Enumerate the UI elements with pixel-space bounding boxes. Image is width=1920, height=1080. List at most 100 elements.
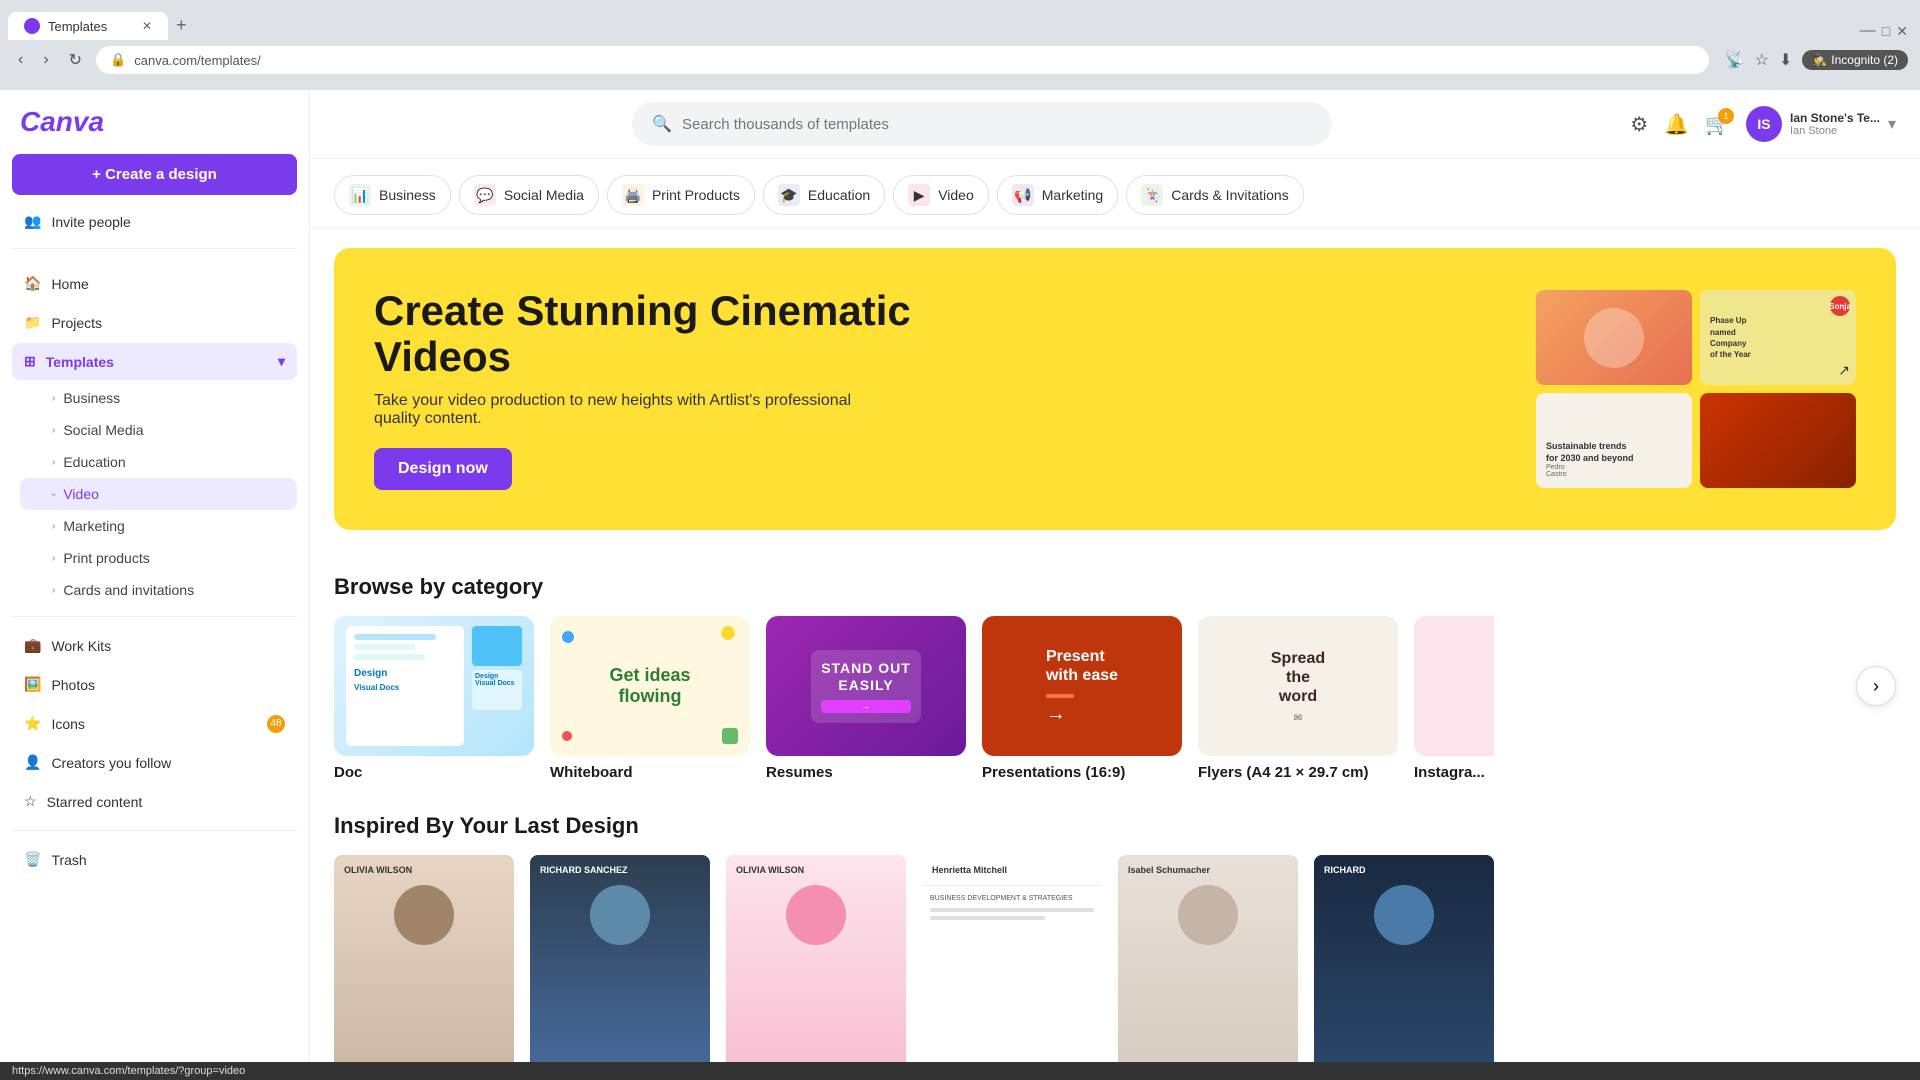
- sidebar-item-creators[interactable]: 👤 Creators you follow: [12, 744, 297, 781]
- category-card-instagram[interactable]: Instagra...: [1414, 616, 1494, 781]
- notifications-icon[interactable]: 🔔: [1664, 112, 1689, 137]
- templates-label: Templates: [46, 354, 114, 370]
- sidebar: Canva + Create a design 👥 Invite people …: [0, 90, 310, 1062]
- hero-banner: Create Stunning Cinematic Videos Take yo…: [334, 248, 1896, 530]
- marketing-tab-label: Marketing: [1042, 187, 1103, 203]
- category-card-flyers[interactable]: Spreadtheword ✉ Flyers (A4 21 × 29.7 cm): [1198, 616, 1398, 781]
- search-bar-container[interactable]: 🔍: [632, 102, 1332, 146]
- chevron-icon: ›: [52, 553, 55, 564]
- inspired-card-3-label: OLIVIA WILSON: [726, 855, 906, 885]
- window-minimize[interactable]: —: [1860, 22, 1876, 40]
- user-name: Ian Stone's Te...: [1790, 111, 1880, 125]
- search-input[interactable]: [682, 116, 1312, 133]
- doc-card-image: Design Visual Docs Design Visual Docs: [334, 616, 534, 756]
- inspired-card-3[interactable]: OLIVIA WILSON: [726, 855, 906, 1062]
- bookmark-icon[interactable]: ☆: [1755, 50, 1769, 70]
- chevron-icon: ›: [52, 425, 55, 436]
- tab-education[interactable]: 🎓 Education: [763, 175, 885, 215]
- sidebar-item-marketing[interactable]: › Marketing: [20, 510, 297, 542]
- url-text: canva.com/templates/: [134, 53, 260, 68]
- sidebar-item-education[interactable]: › Education: [20, 446, 297, 478]
- sidebar-item-icons[interactable]: ⭐ Icons 48: [12, 705, 297, 742]
- education-tab-icon: 🎓: [778, 184, 800, 206]
- forward-button[interactable]: ›: [37, 47, 54, 73]
- inspired-card-4[interactable]: Henrietta Mitchell BUSINESS DEVELOPMENT …: [922, 855, 1102, 1062]
- projects-icon: 📁: [24, 314, 41, 331]
- address-bar[interactable]: 🔒 canva.com/templates/: [96, 46, 1709, 74]
- business-label: Business: [63, 390, 120, 406]
- starred-icon: ☆: [24, 793, 37, 810]
- sidebar-item-projects[interactable]: 📁 Projects: [12, 304, 297, 341]
- user-menu[interactable]: IS Ian Stone's Te... Ian Stone ▾: [1746, 106, 1896, 142]
- category-card-doc[interactable]: Design Visual Docs Design Visual Docs: [334, 616, 534, 781]
- instagram-card-image: [1414, 616, 1494, 756]
- new-tab-button[interactable]: +: [168, 11, 195, 40]
- browser-tab[interactable]: Templates ✕: [8, 12, 168, 40]
- cart-icon[interactable]: 🛒 1: [1705, 112, 1730, 137]
- print-tab-icon: 🖨️: [622, 184, 644, 206]
- sidebar-item-social-media[interactable]: › Social Media: [20, 414, 297, 446]
- video-label: Video: [63, 486, 99, 502]
- sidebar-item-photos[interactable]: 🖼️ Photos: [12, 666, 297, 703]
- category-card-whiteboard[interactable]: Get ideasflowing Whiteboard: [550, 616, 750, 781]
- inspired-card-6-avatar: [1374, 885, 1434, 945]
- sidebar-item-business[interactable]: › Business: [20, 382, 297, 414]
- sidebar-item-starred[interactable]: ☆ Starred content: [12, 783, 297, 820]
- tab-print-products[interactable]: 🖨️ Print Products: [607, 175, 755, 215]
- inspired-card-5[interactable]: Isabel Schumacher: [1118, 855, 1298, 1062]
- sidebar-item-work-kits[interactable]: 💼 Work Kits: [12, 627, 297, 664]
- sidebar-item-video[interactable]: › Video: [20, 478, 297, 510]
- cards-tab-icon: 🃏: [1141, 184, 1163, 206]
- social-media-label: Social Media: [63, 422, 143, 438]
- window-close[interactable]: ✕: [1896, 23, 1908, 40]
- window-maximize[interactable]: □: [1882, 23, 1890, 39]
- hero-cta-button[interactable]: Design now: [374, 448, 512, 490]
- category-cards-container: Design Visual Docs Design Visual Docs: [334, 616, 1896, 789]
- sidebar-item-home[interactable]: 🏠 Home: [12, 265, 297, 302]
- tab-social-media[interactable]: 💬 Social Media: [459, 175, 599, 215]
- cast-icon[interactable]: 📡: [1725, 50, 1745, 70]
- back-button[interactable]: ‹: [12, 47, 29, 73]
- cart-badge: 1: [1718, 108, 1734, 124]
- hero-image-1: [1536, 290, 1692, 385]
- tab-video[interactable]: ▶ Video: [893, 175, 989, 215]
- photos-icon: 🖼️: [24, 676, 41, 693]
- canva-logo: Canva: [12, 106, 297, 138]
- invite-people-button[interactable]: 👥 Invite people: [12, 203, 297, 240]
- next-arrow-button[interactable]: ›: [1856, 666, 1896, 706]
- inspired-section: Inspired By Your Last Design OLIVIA WILS…: [310, 789, 1920, 1062]
- creators-icon: 👤: [24, 754, 41, 771]
- sidebar-item-print-products[interactable]: › Print products: [20, 542, 297, 574]
- tab-marketing[interactable]: 📢 Marketing: [997, 175, 1118, 215]
- whiteboard-card-image: Get ideasflowing: [550, 616, 750, 756]
- inspired-card-3-avatar: [786, 885, 846, 945]
- print-tab-label: Print Products: [652, 187, 740, 203]
- social-tab-label: Social Media: [504, 187, 584, 203]
- sidebar-item-trash[interactable]: 🗑️ Trash: [12, 841, 297, 878]
- cards-tab-label: Cards & Invitations: [1171, 187, 1289, 203]
- browse-title: Browse by category: [334, 574, 1896, 600]
- inspired-card-1[interactable]: OLIVIA WILSON: [334, 855, 514, 1062]
- tab-business[interactable]: 📊 Business: [334, 175, 451, 215]
- inspired-card-6[interactable]: RICHARD: [1314, 855, 1494, 1062]
- lock-icon: 🔒: [110, 52, 126, 68]
- settings-icon[interactable]: ⚙: [1630, 112, 1648, 137]
- inspired-card-1-label: OLIVIA WILSON: [334, 855, 514, 885]
- chevron-icon: ›: [52, 585, 55, 596]
- create-design-button[interactable]: + Create a design: [12, 154, 297, 195]
- hero-image-4: [1700, 393, 1856, 488]
- icons-label: Icons: [51, 716, 84, 732]
- projects-label: Projects: [51, 315, 102, 331]
- sidebar-item-cards-invitations[interactable]: › Cards and invitations: [20, 574, 297, 606]
- hero-title: Create Stunning Cinematic Videos: [374, 288, 974, 380]
- tab-cards-invitations[interactable]: 🃏 Cards & Invitations: [1126, 175, 1304, 215]
- refresh-button[interactable]: ↻: [63, 46, 88, 74]
- category-card-resumes[interactable]: STAND OUTEASILY → Resumes: [766, 616, 966, 781]
- hero-image-2: Phase UpnamedCompanyof the Year Sonja ↗: [1700, 290, 1856, 385]
- trash-label: Trash: [51, 852, 86, 868]
- tab-close-btn[interactable]: ✕: [142, 19, 152, 33]
- category-card-presentations[interactable]: Presentwith ease → Presentations (16:9): [982, 616, 1182, 781]
- download-icon[interactable]: ⬇: [1779, 50, 1792, 70]
- sidebar-item-templates[interactable]: ⊞ Templates ▾: [12, 343, 297, 380]
- inspired-card-2[interactable]: RICHARD SANCHEZ: [530, 855, 710, 1062]
